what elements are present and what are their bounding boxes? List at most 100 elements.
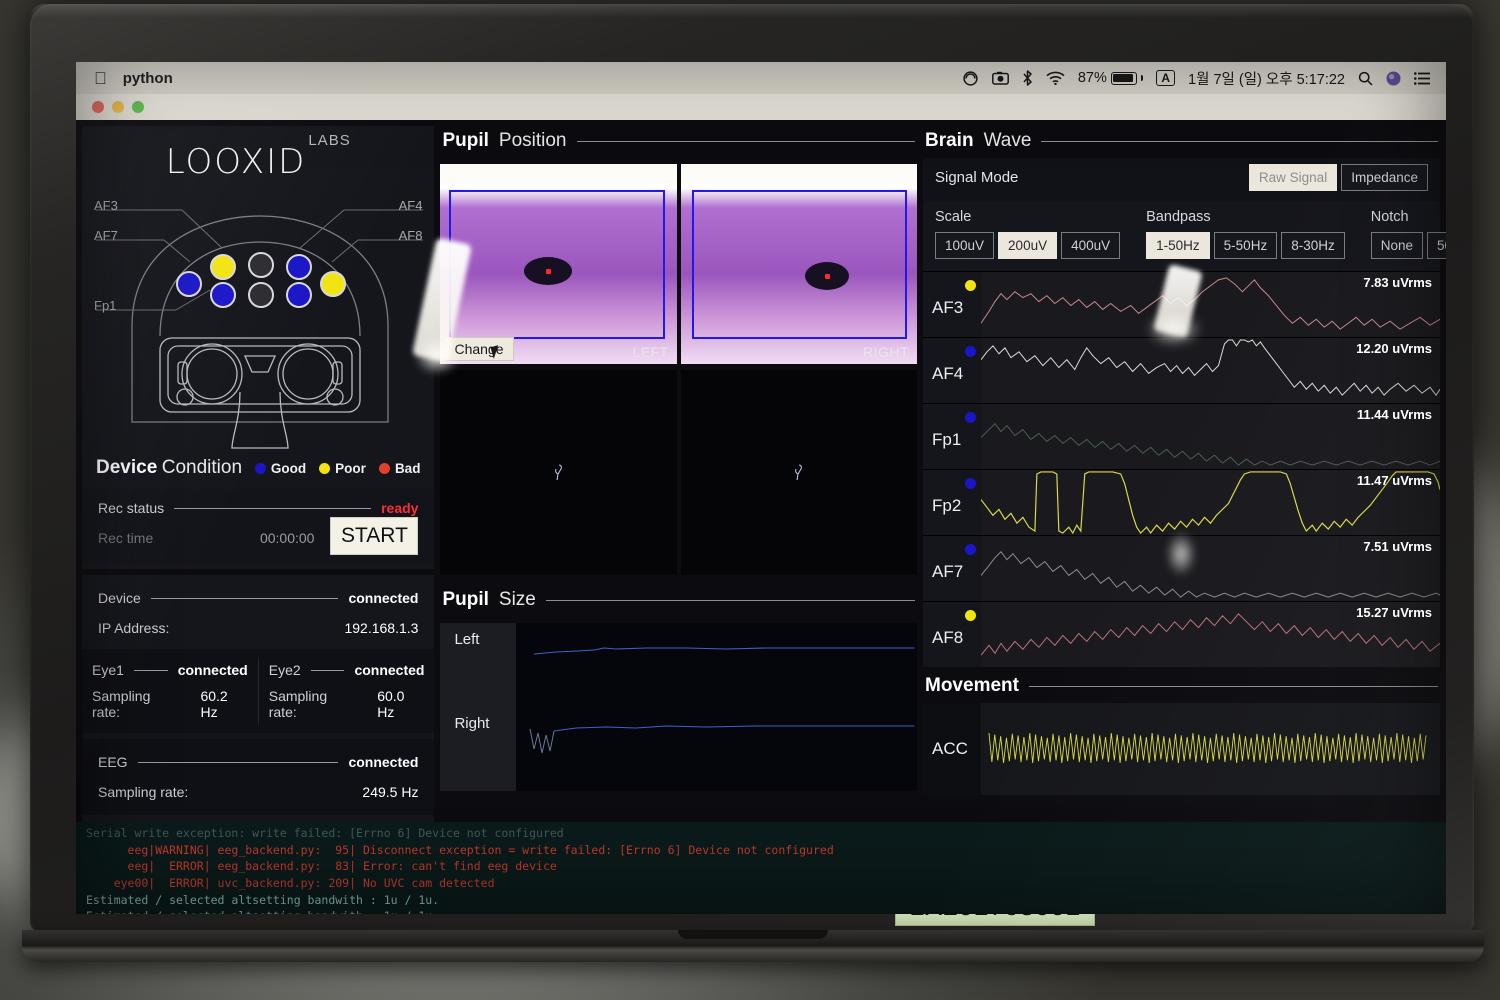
- headset-label-af4: AF4: [398, 198, 423, 213]
- menubar-clock[interactable]: 1월 7일 (일) 오후 5:17:22: [1188, 68, 1345, 89]
- macbook-pro-laptop: MacBook Pro LX201708001  python: [22, 4, 1484, 964]
- af7-waveform-plot[interactable]: 7.51 uVrms: [981, 536, 1440, 601]
- left-eye-tag: LEFT: [632, 344, 669, 360]
- notch-50hz-button[interactable]: 50Hz: [1427, 232, 1446, 259]
- terminal-line-2: eeg| ERROR| eeg_backend.py: 83| Error: c…: [86, 859, 557, 874]
- raw-signal-button[interactable]: Raw Signal: [1248, 164, 1338, 191]
- pupil-size-right-plot[interactable]: [516, 707, 917, 791]
- device-status-panel: LOOXID LABS AF3 AF7 AF4 AF8 Fp1 Device C…: [82, 126, 435, 569]
- apple-icon[interactable]: : [94, 70, 107, 87]
- eye1-block: Eye1 connected Sampling rate: 60.2 Hz: [82, 657, 258, 725]
- notch-label: Notch: [1370, 209, 1409, 225]
- search-icon[interactable]: [1358, 71, 1373, 86]
- terminal-line-1: eeg|WARNING| eeg_backend.py: 95| Disconn…: [86, 842, 834, 857]
- terminal-line-4: Estimated / selected altsetting bandwith…: [86, 892, 440, 907]
- bluetooth-icon[interactable]: [1022, 70, 1033, 86]
- right-gaze-plot[interactable]: [680, 370, 918, 575]
- fp1-rms-value: 11.44 uVrms: [1356, 407, 1432, 422]
- right-pupil-center-marker: [824, 274, 830, 279]
- fp1-label-cell: Fp1: [923, 404, 981, 469]
- legend-bad-label: Bad: [394, 460, 421, 476]
- pupil-position-title-bold: Pupil: [442, 130, 489, 151]
- eeg-channel-af7: AF7 7.51 uVrms: [923, 535, 1440, 601]
- bandpass-group: Bandpass 1-50Hz 5-50Hz 8-30Hz: [1146, 209, 1345, 259]
- laptop-screen:  python: [76, 62, 1446, 914]
- electrode-af8[interactable]: [320, 271, 346, 297]
- electrode-fp1[interactable]: [210, 282, 236, 308]
- eeg-channel-af4: AF4 12.20 uVrms: [923, 337, 1440, 403]
- wifi-icon[interactable]: [1046, 71, 1065, 85]
- eye1-rate-label: Sampling rate:: [92, 688, 151, 720]
- eeg-sensor-panel: EEG connected Sampling rate: 249.5 Hz: [82, 739, 435, 815]
- right-gaze-marker: [794, 463, 802, 480]
- screenshot-icon[interactable]: [991, 71, 1009, 85]
- electrode-fp2[interactable]: [286, 282, 312, 308]
- input-source-indicator[interactable]: A: [1156, 70, 1176, 86]
- scale-100uv-button[interactable]: 100uV: [935, 232, 995, 259]
- electrode-af3[interactable]: [210, 254, 236, 280]
- left-eye-camera[interactable]: Change LEFT: [440, 164, 677, 364]
- scale-200uv-button[interactable]: 200uV: [998, 232, 1058, 259]
- change-camera-button[interactable]: Change: [444, 337, 514, 361]
- eeg-rate-value: 249.5 Hz: [362, 784, 419, 800]
- recording-block: Rec status ready Rec time 00:00:00 START: [82, 489, 435, 563]
- bandpass-1-50hz-button[interactable]: 1-50Hz: [1146, 232, 1210, 259]
- af4-waveform-plot[interactable]: 12.20 uVrms: [981, 338, 1440, 403]
- gaze-plot-row: [440, 370, 918, 575]
- brain-wave-title-bold: Brain: [925, 130, 974, 151]
- scale-400uv-button[interactable]: 400uV: [1061, 232, 1121, 259]
- electrode-af7[interactable]: [176, 271, 202, 297]
- start-button[interactable]: START: [330, 517, 419, 555]
- af7-rms-value: 7.51 uVrms: [1363, 539, 1432, 554]
- movement-acc-row: ACC: [923, 703, 1440, 795]
- siri-icon[interactable]: [1386, 71, 1401, 86]
- menubar-app-name[interactable]: python: [123, 70, 173, 87]
- electrode-ref-right[interactable]: [248, 282, 274, 308]
- right-eye-roi-box[interactable]: [691, 190, 908, 339]
- battery-indicator[interactable]: 87%: [1078, 70, 1144, 86]
- fp1-waveform-plot[interactable]: 11.44 uVrms: [981, 404, 1440, 469]
- eye2-rate-row: Sampling rate: 60.0 Hz: [259, 683, 435, 725]
- fp2-label-cell: Fp2: [923, 470, 981, 535]
- ip-address-label: IP Address:: [98, 620, 170, 636]
- window-minimize-button[interactable]: [112, 101, 124, 113]
- bandpass-8-30hz-button[interactable]: 8-30Hz: [1281, 232, 1345, 259]
- af3-waveform-plot[interactable]: 7.83 uVrms: [981, 272, 1440, 337]
- laptop-lid: MacBook Pro LX201708001  python: [30, 4, 1474, 932]
- left-pupil-center-marker: [546, 269, 552, 274]
- device-condition-header: Device Condition Good Poor Bad: [82, 451, 434, 489]
- laptop-base: [22, 930, 1484, 962]
- window-close-button[interactable]: [92, 101, 104, 113]
- terminal-log[interactable]: Serial write exception: write failed: [E…: [76, 822, 1446, 914]
- notification-center-icon[interactable]: [1414, 71, 1430, 85]
- impedance-button[interactable]: Impedance: [1341, 164, 1428, 191]
- legend-good: Good: [254, 461, 306, 476]
- creative-cloud-icon[interactable]: [962, 70, 979, 86]
- af8-waveform-plot[interactable]: 15.27 uVrms: [981, 602, 1440, 667]
- acc-waveform-plot[interactable]: [981, 703, 1440, 795]
- connection-info-panel: Device connected IP Address: 192.168.1.3: [82, 575, 435, 823]
- rec-time-value: 00:00:00: [259, 530, 315, 546]
- brain-wave-title: Wave: [983, 130, 1032, 151]
- bandpass-5-50hz-button[interactable]: 5-50Hz: [1213, 232, 1278, 259]
- eeg-status-value: connected: [348, 754, 419, 770]
- electrode-ref-left[interactable]: [248, 252, 274, 278]
- pupil-size-left-label: Left: [440, 623, 517, 707]
- notch-none-button[interactable]: None: [1370, 232, 1424, 259]
- bandpass-label: Bandpass: [1146, 209, 1211, 225]
- af4-status-dot: [965, 346, 976, 357]
- left-gaze-plot[interactable]: [440, 370, 677, 575]
- window-zoom-button[interactable]: [132, 101, 144, 113]
- eye1-status-value: connected: [177, 662, 248, 678]
- movement-title: Movement: [925, 675, 1019, 696]
- pupil-size-left-plot[interactable]: [516, 623, 917, 707]
- legend-bad-dot: [378, 462, 390, 474]
- electrode-af4[interactable]: [286, 254, 312, 280]
- left-panel: LOOXID LABS AF3 AF7 AF4 AF8 Fp1 Device C…: [82, 126, 435, 914]
- rec-status-value: ready: [381, 500, 419, 516]
- signal-mode-label: Signal Mode: [935, 169, 1019, 186]
- fp2-waveform-plot[interactable]: 11.47 uVrms: [981, 470, 1440, 535]
- right-eye-camera[interactable]: RIGHT: [680, 164, 918, 364]
- af4-name: AF4: [932, 364, 964, 383]
- eeg-channel-af3: AF3 7.83 uVrms: [923, 271, 1440, 337]
